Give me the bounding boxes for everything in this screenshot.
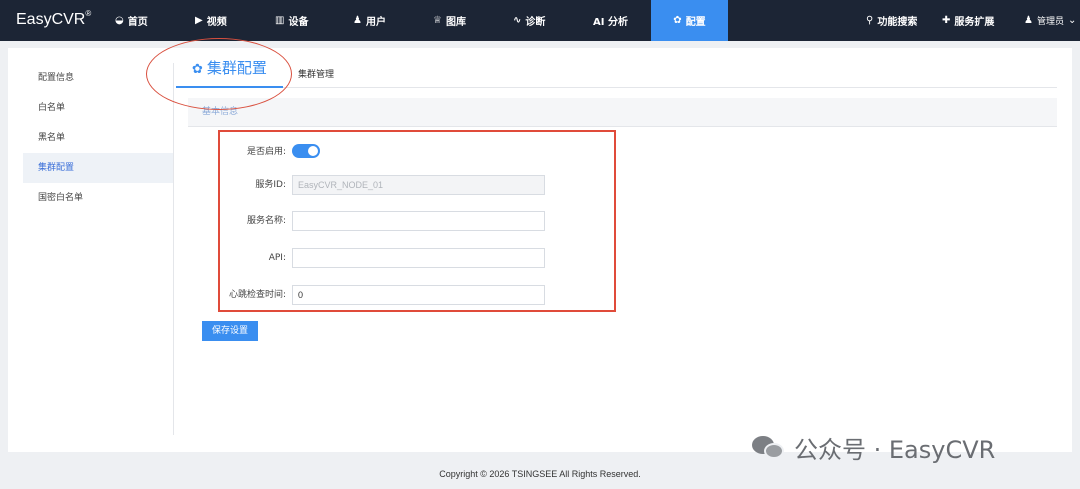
annotation-box [218,130,616,312]
nav-item-label: 用户 [365,17,386,28]
section-title: 基本信息 [188,98,1057,127]
nav-item-home[interactable]: ◒ 首页 [115,0,148,41]
nav-item-gallery[interactable]: ♕ 图库 [433,0,466,41]
feature-search-button[interactable]: ⚲ 功能搜索 [866,0,917,41]
config-sidebar: 配置信息 白名单 黑名单 集群配置 国密白名单 [23,63,174,435]
top-nav: EasyCVR® ◒ 首页 ▶ 视频 ▥ 设备 ♟ 用户 ♕ 图库 ∿ 诊断 A… [0,0,1080,41]
footer-copyright: Copyright © 2026 TSINGSEE All Rights Res… [439,469,641,479]
brand-logo[interactable]: EasyCVR® [16,9,92,29]
nav-item-label: 配置 [685,17,706,28]
nav-item-video[interactable]: ▶ 视频 [195,0,227,41]
search-icon: ⚲ [866,14,874,26]
service-extension-label: 服务扩展 [954,17,995,28]
user-name: 管理员 [1036,17,1064,27]
gear-icon: ✿ [673,14,682,26]
dashboard-icon: ◒ [115,14,124,26]
nav-item-device[interactable]: ▥ 设备 [275,0,308,41]
user-menu[interactable]: ♟ 管理员 ⌄ [1024,0,1076,41]
pulse-icon: ∿ [513,14,522,26]
tab-bar: 集群管理 ✿ 集群配置 [176,60,1057,88]
chevron-down-icon: ⌄ [1067,14,1077,26]
nav-item-label: 首页 [127,17,148,28]
gallery-icon: ♕ [433,14,442,26]
user-icon: ♟ [353,14,362,26]
nav-item-config[interactable]: ✿ 配置 [651,0,728,41]
watermark-text: 公众号 · EasyCVR [794,436,996,464]
feature-search-label: 功能搜索 [877,17,918,28]
annotation-circle [146,38,292,110]
sidebar-item-cluster-config[interactable]: 集群配置 [23,153,173,183]
nav-item-label: 设备 [288,17,309,28]
service-extension-button[interactable]: ✚ 服务扩展 [942,0,994,41]
nav-item-user[interactable]: ♟ 用户 [353,0,386,41]
nav-item-diagnose[interactable]: ∿ 诊断 [513,0,545,41]
wechat-icon [752,434,786,462]
sidebar-item-blacklist[interactable]: 黑名单 [23,123,173,153]
nav-item-label: AI 分析 [593,17,628,28]
device-icon: ▥ [275,14,285,26]
tab-cluster-manage[interactable]: 集群管理 [298,66,334,88]
sidebar-item-sm-whitelist[interactable]: 国密白名单 [23,183,173,213]
puzzle-icon: ✚ [942,14,951,26]
nav-item-label: 视频 [206,17,227,28]
nav-item-label: 图库 [445,17,466,28]
sidebar-item-whitelist[interactable]: 白名单 [23,93,173,123]
watermark: 公众号 · EasyCVR [752,430,995,465]
play-icon: ▶ [195,14,203,26]
user-icon: ♟ [1024,14,1033,26]
save-button[interactable]: 保存设置 [202,321,258,341]
nav-item-label: 诊断 [525,17,546,28]
brand-mark: ® [85,9,92,18]
nav-item-ai[interactable]: AI 分析 [593,0,628,41]
brand-name: EasyCVR [16,11,86,28]
